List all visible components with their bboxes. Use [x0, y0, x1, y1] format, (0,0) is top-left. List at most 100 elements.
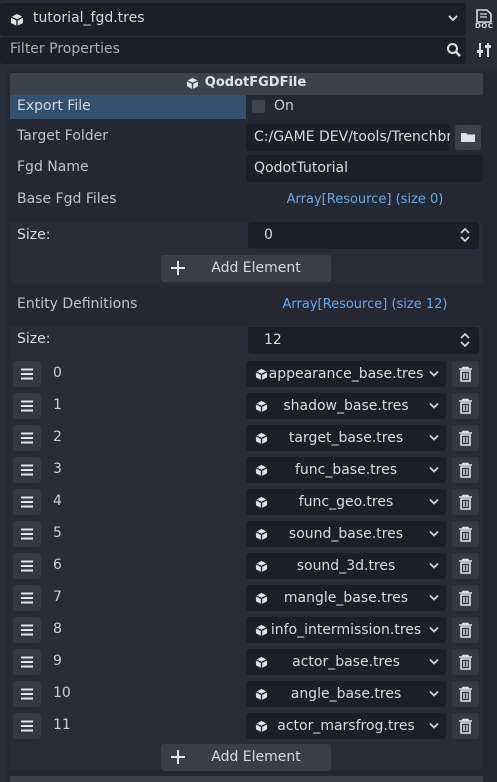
- list-item: 0 appearance_base.tres: [10, 358, 483, 390]
- resource-name: sound_3d.tres: [296, 558, 396, 574]
- resource-picker[interactable]: target_base.tres: [246, 425, 446, 451]
- trash-icon: [459, 366, 472, 382]
- entity-size-spinbox[interactable]: 12: [248, 327, 479, 354]
- trash-icon: [459, 462, 472, 478]
- base-fgd-files-label: Base Fgd Files: [17, 191, 117, 207]
- list-item: 1 shadow_base.tres: [10, 390, 483, 422]
- chevron-down-icon[interactable]: [429, 434, 439, 442]
- resource-picker[interactable]: appearance_base.tres: [246, 361, 446, 387]
- remove-item-button[interactable]: [452, 361, 479, 387]
- chevron-down-icon[interactable]: [429, 594, 439, 602]
- chevron-down-icon[interactable]: [429, 722, 439, 730]
- export-file-value: On: [274, 98, 294, 114]
- remove-item-button[interactable]: [452, 585, 479, 611]
- export-file-label: Export File: [17, 98, 91, 114]
- drag-handle[interactable]: [13, 457, 41, 483]
- remove-item-button[interactable]: [452, 425, 479, 451]
- resource-selector[interactable]: tutorial_fgd.tres: [0, 3, 466, 36]
- entity-definitions-array-button[interactable]: Array[Resource] (size 12): [250, 297, 480, 312]
- resource-picker[interactable]: func_geo.tres: [246, 489, 446, 515]
- chevron-down-icon[interactable]: [429, 402, 439, 410]
- class-title: QodotFGDFile: [204, 75, 307, 90]
- base-size-spinbox[interactable]: 0: [248, 222, 479, 249]
- target-folder-label: Target Folder: [17, 128, 109, 144]
- chevron-down-icon[interactable]: [446, 11, 460, 25]
- item-index: 6: [53, 557, 62, 573]
- drag-handle[interactable]: [13, 553, 41, 579]
- drag-handle[interactable]: [13, 681, 41, 707]
- remove-item-button[interactable]: [452, 489, 479, 515]
- drag-handle[interactable]: [13, 521, 41, 547]
- tools-icon[interactable]: [475, 41, 493, 59]
- drag-handle[interactable]: [13, 617, 41, 643]
- resource-picker[interactable]: sound_base.tres: [246, 521, 446, 547]
- list-item: 8 info_intermission.tres: [10, 614, 483, 646]
- drag-handle[interactable]: [13, 585, 41, 611]
- item-index: 5: [53, 525, 62, 541]
- spin-updown-icon[interactable]: [460, 228, 470, 242]
- drag-handle[interactable]: [13, 713, 41, 739]
- remove-item-button[interactable]: [452, 713, 479, 739]
- entity-add-element-button[interactable]: Add Element: [161, 744, 331, 771]
- resource-picker[interactable]: func_base.tres: [246, 457, 446, 483]
- remove-item-button[interactable]: [452, 457, 479, 483]
- resource-picker[interactable]: sound_3d.tres: [246, 553, 446, 579]
- trash-icon: [459, 622, 472, 638]
- list-item: 11 actor_marsfrog.tres: [10, 710, 483, 742]
- base-add-element-button[interactable]: Add Element: [161, 255, 331, 282]
- resource-picker[interactable]: mangle_base.tres: [246, 585, 446, 611]
- trash-icon: [459, 558, 472, 574]
- export-file-checkbox[interactable]: [252, 100, 265, 113]
- trash-icon: [459, 398, 472, 414]
- entity-definitions-label: Entity Definitions: [17, 296, 138, 312]
- resource-picker[interactable]: shadow_base.tres: [246, 393, 446, 419]
- drag-handle[interactable]: [13, 489, 41, 515]
- remove-item-button[interactable]: [452, 553, 479, 579]
- drag-handle[interactable]: [13, 361, 41, 387]
- base-fgd-files-array-button[interactable]: Array[Resource] (size 0): [250, 192, 480, 207]
- spin-updown-icon[interactable]: [460, 333, 470, 347]
- trash-icon: [459, 686, 472, 702]
- remove-item-button[interactable]: [452, 681, 479, 707]
- list-item: 5 sound_base.tres: [10, 518, 483, 550]
- resource-cube-icon: [10, 14, 24, 26]
- chevron-down-icon[interactable]: [429, 370, 439, 378]
- remove-item-button[interactable]: [452, 521, 479, 547]
- item-index: 10: [53, 685, 71, 701]
- drag-handle[interactable]: [13, 393, 41, 419]
- list-item: 7 mangle_base.tres: [10, 582, 483, 614]
- item-index: 2: [53, 429, 62, 445]
- chevron-down-icon[interactable]: [429, 530, 439, 538]
- item-index: 1: [53, 397, 62, 413]
- target-folder-value: C:/GAME DEV/tools/Trenchbr: [254, 129, 450, 145]
- drag-handle-icon: [21, 496, 33, 508]
- resource-title: tutorial_fgd.tres: [33, 10, 145, 26]
- chevron-down-icon[interactable]: [429, 498, 439, 506]
- chevron-down-icon[interactable]: [429, 658, 439, 666]
- fgd-name-field[interactable]: QodotTutorial: [246, 155, 483, 182]
- remove-item-button[interactable]: [452, 393, 479, 419]
- target-folder-field[interactable]: C:/GAME DEV/tools/Trenchbr: [246, 124, 450, 151]
- drag-handle[interactable]: [13, 425, 41, 451]
- resource-name: sound_base.tres: [288, 526, 404, 542]
- remove-item-button[interactable]: [452, 649, 479, 675]
- drag-handle-icon: [21, 432, 33, 444]
- chevron-down-icon[interactable]: [429, 466, 439, 474]
- trash-icon: [459, 718, 472, 734]
- chevron-down-icon[interactable]: [429, 690, 439, 698]
- doc-button[interactable]: DOC: [473, 8, 495, 32]
- remove-item-button[interactable]: [452, 617, 479, 643]
- chevron-down-icon[interactable]: [429, 562, 439, 570]
- resource-picker[interactable]: angle_base.tres: [246, 681, 446, 707]
- base-add-element-label: Add Element: [211, 260, 301, 276]
- filter-properties-input[interactable]: Filter Properties: [0, 37, 466, 64]
- resource-picker[interactable]: actor_marsfrog.tres: [246, 713, 446, 739]
- chevron-down-icon[interactable]: [429, 626, 439, 634]
- trash-icon: [459, 494, 472, 510]
- entity-size-label: Size:: [17, 331, 51, 347]
- drag-handle[interactable]: [13, 649, 41, 675]
- resource-picker[interactable]: actor_base.tres: [246, 649, 446, 675]
- browse-folder-button[interactable]: [455, 125, 481, 150]
- resource-name: info_intermission.tres: [270, 622, 422, 638]
- resource-picker[interactable]: info_intermission.tres: [246, 617, 446, 643]
